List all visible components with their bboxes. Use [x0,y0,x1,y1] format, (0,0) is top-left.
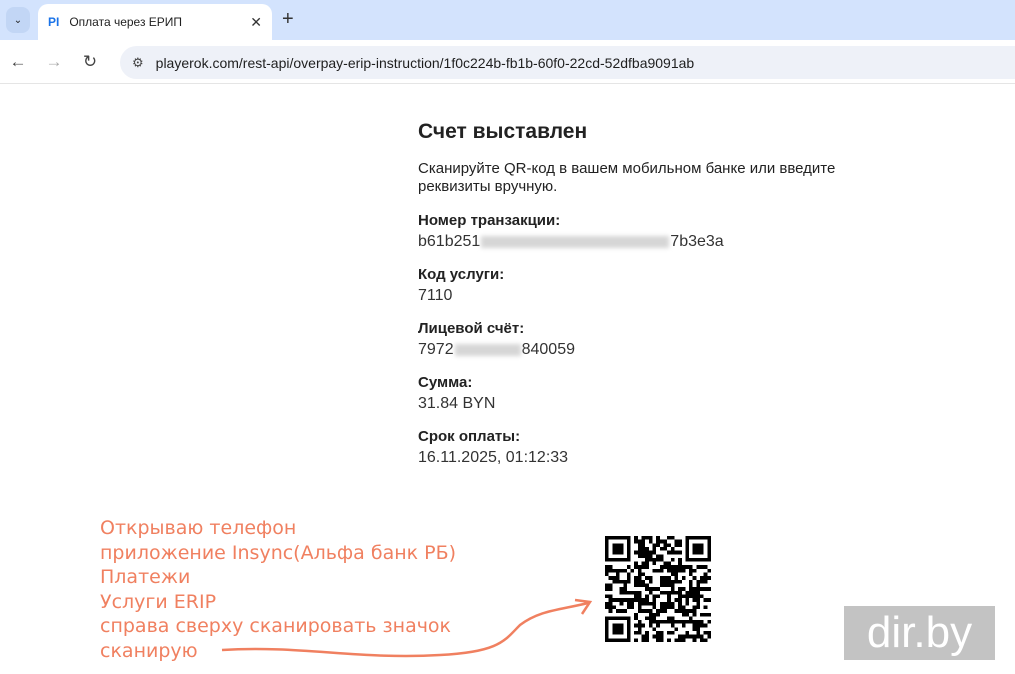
annotation-arrow-icon [221,598,593,658]
watermark-logo: dir.by [844,606,995,660]
qr-code [605,536,711,642]
